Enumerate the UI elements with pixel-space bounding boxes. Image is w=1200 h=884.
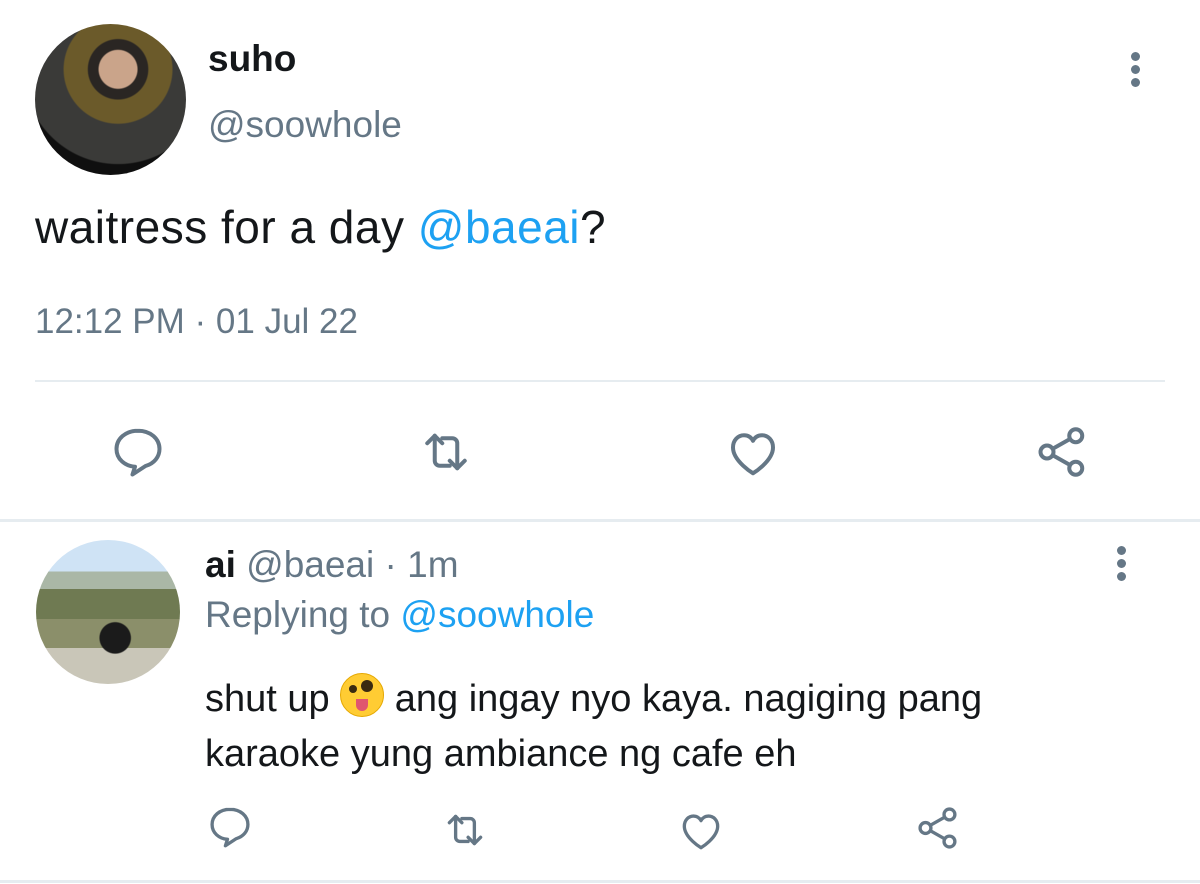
zany-face-emoji-icon xyxy=(340,673,385,717)
author-name[interactable]: suho xyxy=(208,38,296,80)
replying-prefix: Replying to xyxy=(205,594,401,635)
reply-separator: · xyxy=(374,544,408,585)
replying-to: Replying to @soowhole xyxy=(205,594,594,636)
divider xyxy=(0,519,1200,522)
author-handle[interactable]: @soowhole xyxy=(208,104,402,146)
mention-link[interactable]: @baeai xyxy=(418,201,580,253)
reply-author-avatar[interactable] xyxy=(36,540,180,684)
more-options-icon[interactable] xyxy=(1120,52,1150,92)
retweet-icon[interactable] xyxy=(440,805,490,855)
tweet-text-body: waitress for a day xyxy=(35,201,418,253)
reply-author-handle[interactable]: @baeai xyxy=(246,544,374,585)
author-avatar[interactable] xyxy=(35,24,186,175)
like-icon[interactable] xyxy=(676,805,726,855)
share-icon[interactable] xyxy=(1032,422,1092,482)
divider xyxy=(0,880,1200,883)
tweet-text-end: ? xyxy=(580,201,607,253)
replying-to-handle[interactable]: @soowhole xyxy=(400,594,594,635)
reply-author-name[interactable]: ai xyxy=(205,544,236,585)
reply-more-options-icon[interactable] xyxy=(1106,546,1136,586)
reply-icon[interactable] xyxy=(108,422,168,482)
share-icon[interactable] xyxy=(913,803,963,853)
reply-text-start: shut up xyxy=(205,678,341,720)
reply-text: shut up ang ingay nyo kaya. nagiging pan… xyxy=(205,672,1105,782)
tweet-timestamp[interactable]: 12:12 PM · 01 Jul 22 xyxy=(35,302,358,342)
reply-icon[interactable] xyxy=(205,802,255,852)
reply-header: ai @baeai · 1m xyxy=(205,544,459,586)
tweet-text: waitress for a day @baeai? xyxy=(35,200,606,254)
divider xyxy=(35,380,1165,382)
reply-time[interactable]: 1m xyxy=(407,544,458,585)
like-icon[interactable] xyxy=(723,422,783,482)
retweet-icon[interactable] xyxy=(416,422,476,482)
